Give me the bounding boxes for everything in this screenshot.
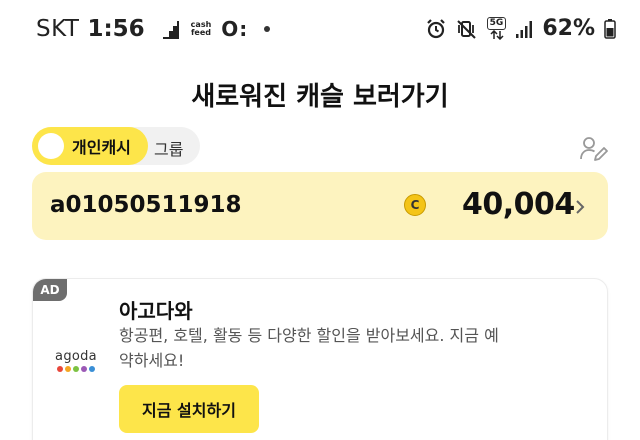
cashfeed-line2: feed [190, 28, 211, 37]
agoda-dot [73, 366, 79, 372]
page-title: 새로워진 캐슬 보러가기 [191, 82, 449, 112]
ot-app-icon: O: [221, 17, 249, 41]
vibrate-mute-icon [456, 19, 476, 39]
ad-card[interactable]: AD agoda 아고다와 항공편, 호텔, 활동 등 다양한 할인을 받아보세… [32, 278, 608, 440]
agoda-dot [89, 366, 95, 372]
cashfeed-icon: cash feed [191, 21, 212, 37]
alarm-icon [426, 18, 445, 38]
status-bar-right: 5G 62% [425, 16, 616, 41]
battery-icon [604, 18, 616, 39]
ad-title: 아고다와 [119, 299, 193, 323]
agoda-dot [57, 366, 63, 372]
agoda-logo: agoda [51, 349, 101, 372]
cash-coin-icon: C [404, 194, 426, 216]
agoda-dot [81, 366, 87, 372]
toggle-option-personal[interactable]: 개인캐시 [32, 127, 148, 165]
network-5g-icon: 5G [486, 17, 507, 40]
agoda-dot [65, 366, 71, 372]
account-id: a01050511918 [50, 192, 242, 218]
toggle-personal-label: 개인캐시 [72, 138, 131, 157]
more-notifications-dot-icon [264, 26, 271, 32]
ad-description: 항공편, 호텔, 활동 등 다양한 할인을 받아보세요. 지금 예약하세요! [119, 326, 499, 370]
network-5g-label: 5G [486, 17, 507, 30]
carrier-label: SKT [36, 16, 80, 42]
cash-type-toggle[interactable]: 개인캐시 그룹 [32, 127, 200, 165]
agoda-logo-dots [51, 366, 101, 372]
install-now-button[interactable]: 지금 설치하기 [119, 385, 259, 433]
status-bar: SKT 1:56 cash feed O: 5G 62% [0, 0, 640, 60]
status-bar-left: SKT 1:56 cash feed O: [36, 16, 271, 42]
toggle-knob [38, 133, 64, 159]
chevron-right-icon[interactable] [574, 198, 586, 216]
battery-percent: 62% [542, 16, 595, 41]
ad-badge: AD [33, 279, 67, 301]
agoda-logo-text: agoda [55, 349, 97, 364]
stairs-icon [162, 21, 179, 39]
signal-icon [516, 20, 533, 38]
edit-profile-icon[interactable] [578, 134, 608, 164]
clock-time: 1:56 [87, 16, 145, 42]
toggle-option-group[interactable]: 그룹 [154, 136, 183, 160]
data-arrows-icon [489, 30, 504, 40]
cash-balance-amount: 40,004 [462, 187, 575, 222]
